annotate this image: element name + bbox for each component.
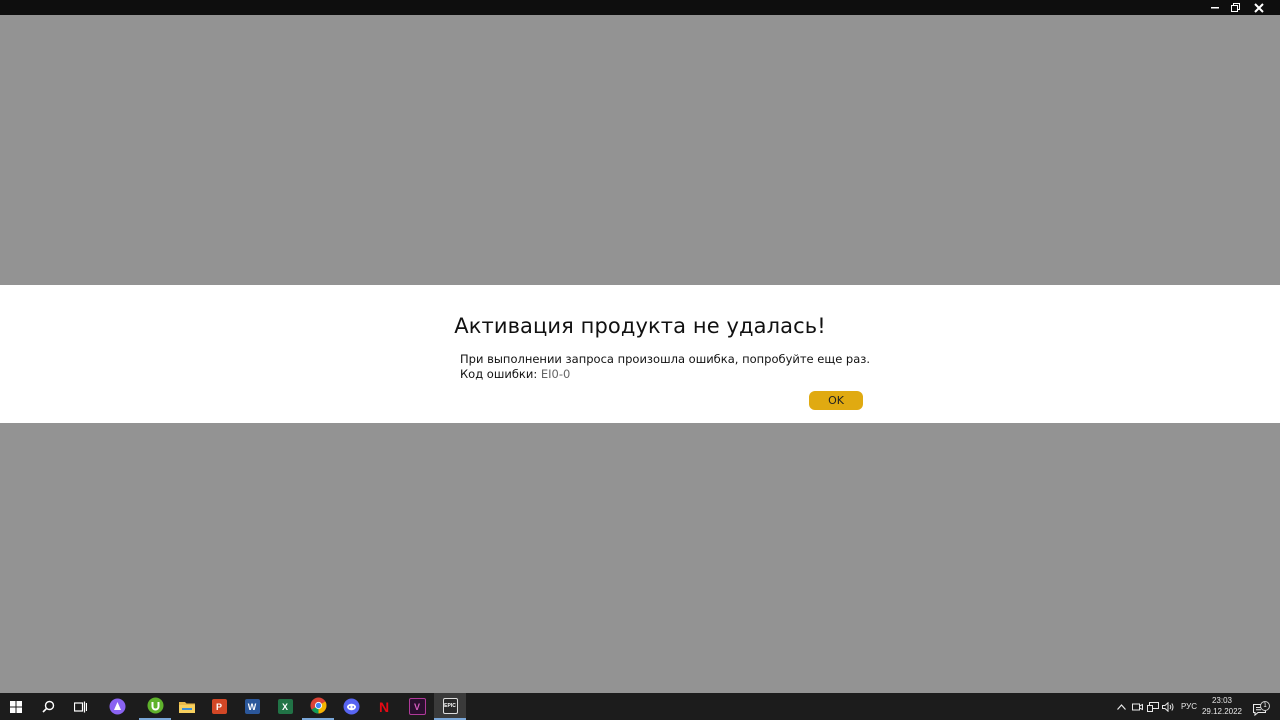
taskbar-app-excel[interactable]: X bbox=[269, 693, 301, 720]
overlay-backdrop-bottom bbox=[0, 423, 1280, 693]
taskbar-app-word[interactable]: W bbox=[236, 693, 268, 720]
restore-button[interactable] bbox=[1224, 0, 1246, 15]
powerpoint-icon: P bbox=[211, 699, 227, 714]
error-code-value: EI0-0 bbox=[540, 367, 571, 381]
restore-icon bbox=[1230, 3, 1240, 12]
tray-clock[interactable]: 23:03 29.12.2022 bbox=[1200, 695, 1244, 719]
taskbar-app-vegas[interactable]: V bbox=[401, 693, 433, 720]
taskbar-app-netflix[interactable]: N bbox=[368, 693, 400, 720]
network-icon bbox=[1146, 701, 1159, 712]
action-center-button[interactable]: 1 bbox=[1248, 693, 1272, 720]
dialog-message: При выполнении запроса произошла ошибка,… bbox=[460, 352, 871, 366]
alice-assistant-icon bbox=[109, 698, 125, 715]
clock-date: 29.12.2022 bbox=[1201, 707, 1243, 716]
error-code-label: Код ошибки: bbox=[460, 367, 538, 381]
taskbar-app-discord[interactable] bbox=[335, 693, 367, 720]
netflix-icon: N bbox=[378, 698, 390, 715]
search-button[interactable] bbox=[32, 693, 64, 720]
minimize-button[interactable] bbox=[1204, 0, 1226, 15]
tray-volume[interactable] bbox=[1160, 693, 1175, 720]
notification-count-badge: 1 bbox=[1260, 700, 1270, 711]
dialog-title: Активация продукта не удалась! bbox=[454, 314, 826, 338]
error-code-line: Код ошибки: EI0-0 bbox=[460, 367, 570, 381]
notification-indicator: 1 bbox=[1252, 700, 1270, 716]
start-button[interactable] bbox=[0, 693, 32, 720]
discord-icon bbox=[343, 698, 359, 715]
close-icon bbox=[1254, 2, 1264, 13]
taskbar-app-powerpoint[interactable]: P bbox=[203, 693, 235, 720]
taskbar-app-alice[interactable] bbox=[101, 693, 133, 720]
tray-overflow-button[interactable] bbox=[1114, 693, 1128, 720]
close-button[interactable] bbox=[1248, 0, 1270, 15]
minimize-icon bbox=[1210, 7, 1219, 9]
windows-start-icon bbox=[10, 700, 22, 713]
tray-language[interactable]: РУС bbox=[1178, 693, 1200, 720]
folder-icon bbox=[179, 701, 195, 713]
taskbar-app-epic-games[interactable]: EPIC bbox=[434, 693, 466, 720]
epic-games-icon: EPIC bbox=[442, 697, 458, 714]
chevron-up-icon bbox=[1116, 703, 1126, 710]
search-icon bbox=[41, 700, 54, 713]
tray-network[interactable] bbox=[1145, 693, 1160, 720]
vegas-icon: V bbox=[408, 698, 426, 715]
tray-meet-now[interactable] bbox=[1130, 693, 1144, 720]
taskbar-app-chrome[interactable] bbox=[302, 693, 334, 720]
taskbar: P W X N V EPIC РУС 23:03 29.12.2022 1 bbox=[0, 693, 1280, 720]
utorrent-icon bbox=[147, 697, 163, 714]
window-titlebar bbox=[0, 0, 1280, 15]
camera-icon bbox=[1131, 703, 1143, 710]
task-view-button[interactable] bbox=[64, 693, 96, 720]
excel-icon: X bbox=[277, 699, 293, 714]
clock-time: 23:03 bbox=[1211, 696, 1233, 705]
word-icon: W bbox=[244, 699, 260, 714]
overlay-backdrop-top bbox=[0, 15, 1280, 285]
error-dialog: Активация продукта не удалась! При выпол… bbox=[0, 285, 1280, 423]
ok-button[interactable]: OK bbox=[809, 391, 863, 410]
chrome-icon bbox=[310, 697, 326, 714]
task-view-icon bbox=[73, 701, 87, 712]
taskbar-app-utorrent[interactable] bbox=[139, 693, 171, 720]
volume-icon bbox=[1161, 701, 1173, 712]
taskbar-app-file-explorer[interactable] bbox=[171, 693, 203, 720]
